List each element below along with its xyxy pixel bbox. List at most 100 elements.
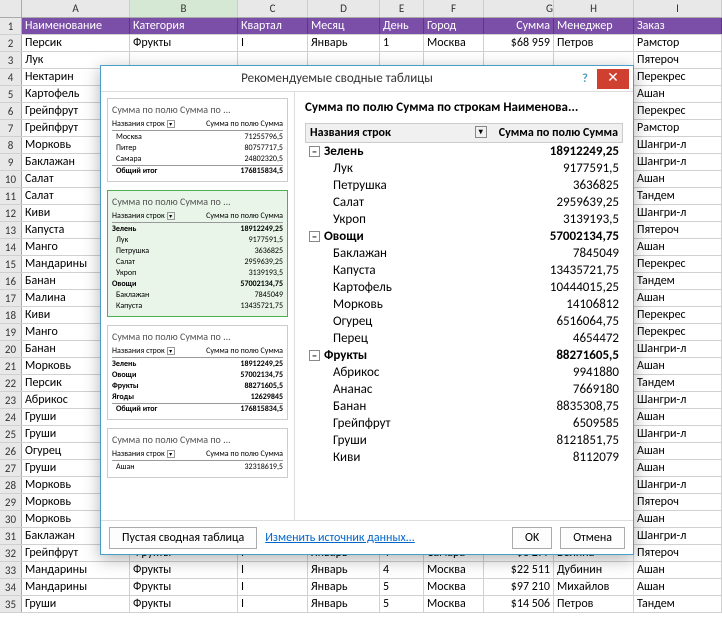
ok-button[interactable]: OK	[512, 527, 552, 549]
cell[interactable]: 5	[380, 596, 424, 612]
row-header[interactable]: 21	[0, 358, 22, 374]
column-header-H[interactable]: H	[554, 0, 634, 17]
cell[interactable]: Фрукты	[130, 596, 238, 612]
column-header-A[interactable]: A	[22, 0, 130, 17]
row-header[interactable]: 9	[0, 154, 22, 170]
row-header[interactable]: 30	[0, 511, 22, 527]
cell[interactable]: Москва	[424, 35, 484, 51]
cell[interactable]: Шангри-л	[634, 477, 722, 493]
column-header-E[interactable]: E	[380, 0, 424, 17]
row-header[interactable]: 1	[0, 18, 22, 34]
pivot-row[interactable]: Капуста13435721,75	[305, 262, 623, 279]
cell[interactable]: Ашан	[634, 460, 722, 476]
cell[interactable]: Мандарины	[22, 579, 130, 595]
header-cell[interactable]: Заказ	[634, 18, 722, 34]
row-header[interactable]: 34	[0, 579, 22, 595]
pivot-row[interactable]: Салат2959639,25	[305, 194, 623, 211]
header-cell[interactable]: Категория	[130, 18, 238, 34]
cell[interactable]: Москва	[424, 596, 484, 612]
change-source-link[interactable]: Изменить источник данных...	[265, 531, 415, 545]
row-header[interactable]: 29	[0, 494, 22, 510]
row-header[interactable]: 3	[0, 52, 22, 68]
cell[interactable]: 4	[380, 562, 424, 578]
cell[interactable]: Январь	[308, 562, 380, 578]
cell[interactable]: Шангри-л	[634, 392, 722, 408]
row-header[interactable]: 25	[0, 426, 22, 442]
cell[interactable]: Перекрес	[634, 69, 722, 85]
cell[interactable]: Москва	[424, 579, 484, 595]
cell[interactable]: Рамстор	[634, 120, 722, 136]
row-header[interactable]: 7	[0, 120, 22, 136]
cell[interactable]: Ашан	[634, 579, 722, 595]
header-cell[interactable]: Наименование	[22, 18, 130, 34]
pivot-row[interactable]: Грейпфрут6509585	[305, 415, 623, 432]
help-button[interactable]: ?	[573, 72, 597, 86]
dialog-titlebar[interactable]: Рекомендуемые сводные таблицы ? ✕	[101, 66, 633, 92]
pivot-thumbnail[interactable]: Сумма по полю Сумма по ...Названия строк…	[107, 190, 288, 317]
row-header[interactable]: 10	[0, 171, 22, 187]
pivot-row[interactable]: Баклажан7845049	[305, 245, 623, 262]
cell[interactable]: Перекрес	[634, 256, 722, 272]
row-header[interactable]: 16	[0, 273, 22, 289]
pivot-thumbnail[interactable]: Сумма по полю Сумма по ...Названия строк…	[107, 428, 288, 478]
cell[interactable]: Ашан	[634, 358, 722, 374]
cell[interactable]: Петров	[554, 596, 634, 612]
row-header[interactable]: 15	[0, 256, 22, 272]
pivot-thumbnail[interactable]: Сумма по полю Сумма по ...Названия строк…	[107, 325, 288, 420]
header-cell[interactable]: Менеджер	[554, 18, 634, 34]
cell[interactable]: $97 210	[484, 579, 554, 595]
cell[interactable]: Пятероч	[634, 494, 722, 510]
cell[interactable]: Январь	[308, 596, 380, 612]
row-header[interactable]: 8	[0, 137, 22, 153]
cell[interactable]: Январь	[308, 579, 380, 595]
cell[interactable]: Ашан	[634, 409, 722, 425]
blank-pivot-button[interactable]: Пустая сводная таблица	[109, 527, 257, 549]
cell[interactable]: $22 511	[484, 562, 554, 578]
cell[interactable]: Ашан	[634, 290, 722, 306]
cell[interactable]: Тандем	[634, 596, 722, 612]
pivot-row[interactable]: Морковь14106812	[305, 296, 623, 313]
row-header[interactable]: 35	[0, 596, 22, 612]
cancel-button[interactable]: Отмена	[560, 527, 625, 549]
pivot-row[interactable]: Груши8121851,75	[305, 432, 623, 449]
cell[interactable]: Пятероч	[634, 222, 722, 238]
pivot-row[interactable]: Лук9177591,5	[305, 160, 623, 177]
row-header[interactable]: 32	[0, 545, 22, 561]
pivot-row[interactable]: Укроп3139193,5	[305, 211, 623, 228]
row-header[interactable]: 17	[0, 290, 22, 306]
cell[interactable]: 1	[380, 35, 424, 51]
cell[interactable]: Фрукты	[130, 562, 238, 578]
cell[interactable]: Перекрес	[634, 103, 722, 119]
row-header[interactable]: 6	[0, 103, 22, 119]
column-header-I[interactable]: I	[634, 0, 722, 17]
cell[interactable]: Ашан	[634, 562, 722, 578]
cell[interactable]: Январь	[308, 35, 380, 51]
row-header[interactable]: 20	[0, 341, 22, 357]
header-cell[interactable]: Квартал	[238, 18, 308, 34]
thumbnail-list[interactable]: Сумма по полю Сумма по ...Названия строк…	[101, 92, 295, 520]
cell[interactable]: Москва	[424, 562, 484, 578]
cell[interactable]: I	[238, 562, 308, 578]
row-header[interactable]: 33	[0, 562, 22, 578]
cell[interactable]: Шангри-л	[634, 154, 722, 170]
row-header[interactable]: 22	[0, 375, 22, 391]
header-cell[interactable]: День	[380, 18, 424, 34]
collapse-icon[interactable]: −	[309, 231, 320, 242]
row-header[interactable]: 31	[0, 528, 22, 544]
cell[interactable]: Рамстор	[634, 35, 722, 51]
pivot-row[interactable]: Петрушка3636825	[305, 177, 623, 194]
pivot-row[interactable]: Банан8835308,75	[305, 398, 623, 415]
cell[interactable]: Тандем	[634, 273, 722, 289]
cell[interactable]: Шангри-л	[634, 528, 722, 544]
pivot-row[interactable]: Огурец6516064,75	[305, 313, 623, 330]
row-header[interactable]: 18	[0, 307, 22, 323]
row-header[interactable]: 2	[0, 35, 22, 51]
cell[interactable]: I	[238, 596, 308, 612]
row-header[interactable]: 12	[0, 205, 22, 221]
close-button[interactable]: ✕	[597, 69, 629, 89]
cell[interactable]: Груши	[22, 596, 130, 612]
cell[interactable]: $68 959	[484, 35, 554, 51]
column-header-C[interactable]: C	[238, 0, 308, 17]
row-header[interactable]: 24	[0, 409, 22, 425]
pivot-row[interactable]: −Зелень18912249,25	[305, 143, 623, 160]
